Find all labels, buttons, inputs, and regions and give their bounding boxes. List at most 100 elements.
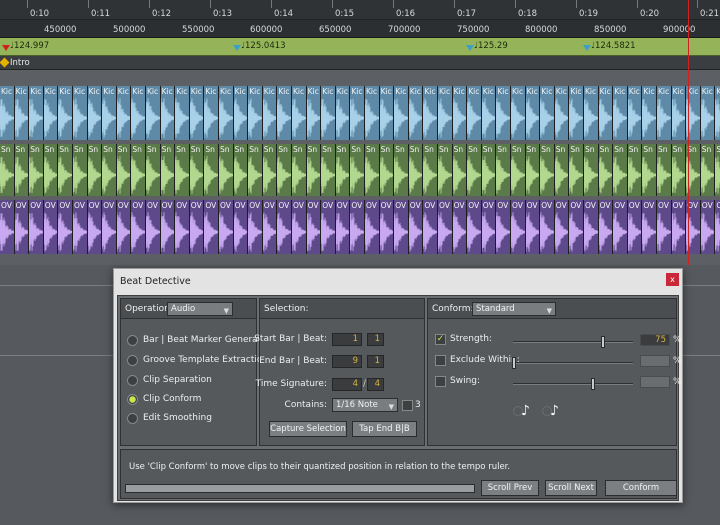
audio-clip[interactable]: OV	[219, 200, 234, 254]
audio-clip[interactable]: OV	[408, 200, 424, 254]
audio-clip[interactable]: OV	[613, 200, 628, 254]
exclude-within-slider-thumb[interactable]	[512, 357, 516, 369]
exclude-within-checkbox[interactable]	[435, 355, 446, 366]
audio-clip[interactable]: Kic	[598, 86, 614, 140]
contains-dropdown[interactable]: 1/16 Note ▼	[332, 398, 398, 412]
audio-clip[interactable]: Kic	[87, 86, 103, 140]
audio-clip[interactable]: Kic	[160, 86, 176, 140]
audio-clip[interactable]: OV	[335, 200, 351, 254]
audio-clip[interactable]: Sn	[321, 144, 336, 196]
audio-clip[interactable]: Sn	[642, 144, 657, 196]
audio-clip[interactable]: OV	[175, 200, 190, 254]
ts-numerator-field[interactable]: 4	[332, 378, 362, 391]
capture-selection-button[interactable]: Capture Selection	[269, 421, 347, 437]
audio-clip[interactable]: OV	[262, 200, 278, 254]
audio-clip[interactable]: Kic	[671, 86, 687, 140]
strength-checkbox[interactable]: ✓	[435, 334, 446, 345]
audio-clip[interactable]: Sn	[511, 144, 526, 196]
audio-clip[interactable]: OV	[657, 200, 672, 254]
audio-clip[interactable]: OV	[700, 200, 716, 254]
audio-clip[interactable]: OV	[452, 200, 468, 254]
audio-clip[interactable]: Kic	[408, 86, 424, 140]
audio-clip[interactable]: Kic	[306, 86, 322, 140]
swing-checkbox[interactable]	[435, 376, 446, 387]
audio-clip[interactable]: OV	[116, 200, 132, 254]
audio-clip[interactable]: Sn	[160, 144, 176, 196]
audio-clip[interactable]: OV	[467, 200, 482, 254]
playhead-cursor[interactable]	[688, 0, 689, 265]
audio-clip[interactable]: Sn	[394, 144, 409, 196]
end-bar-field[interactable]: 9	[332, 355, 362, 368]
audio-track[interactable]: Kic Kic Kic Kic Kic Kic Kic Kic Kic Kic Kic Kic Kic K…	[0, 86, 720, 140]
sixteenth-note-button[interactable]: ♪	[542, 402, 564, 420]
audio-clip[interactable]: Kic	[365, 86, 380, 140]
audio-clip[interactable]: Kic	[73, 86, 88, 140]
audio-track[interactable]: OV OV OV OV OV OV OV OV OV OV OV OV OV OV OV OV OV OV OV OV…	[0, 200, 720, 254]
audio-clip[interactable]: Kic	[540, 86, 555, 140]
audio-clip[interactable]: Kic	[102, 86, 117, 140]
audio-clip[interactable]: Sn	[715, 144, 720, 196]
swing-slider[interactable]	[513, 378, 633, 390]
audio-clip[interactable]: OV	[481, 200, 497, 254]
audio-clip[interactable]: OV	[160, 200, 176, 254]
audio-clip[interactable]: OV	[569, 200, 584, 254]
audio-clip[interactable]: Sn	[116, 144, 132, 196]
tempo-marker-icon[interactable]	[583, 45, 591, 51]
audio-clip[interactable]: Sn	[292, 144, 307, 196]
audio-clip[interactable]: OV	[43, 200, 59, 254]
audio-clip[interactable]: OV	[29, 200, 44, 254]
audio-clip[interactable]: Kic	[335, 86, 351, 140]
audio-clip[interactable]: OV	[496, 200, 511, 254]
audio-clip[interactable]: Sn	[598, 144, 614, 196]
audio-clip[interactable]: Kic	[116, 86, 132, 140]
time-ruler[interactable]: 0:10 0:11 0:12 0:13 0:14 0:15 0:16 0:17 0:18 0:19…	[0, 0, 720, 20]
tempo-marker-icon[interactable]	[466, 45, 474, 51]
triplet-checkbox[interactable]	[402, 400, 413, 411]
audio-clip[interactable]: OV	[511, 200, 526, 254]
audio-clip[interactable]: Sn	[146, 144, 161, 196]
tap-end-button[interactable]: Tap End B|B	[352, 421, 417, 437]
audio-clip[interactable]: Kic	[438, 86, 453, 140]
swing-value-field[interactable]	[640, 376, 670, 388]
audio-clip[interactable]: OV	[365, 200, 380, 254]
audio-clip[interactable]: OV	[131, 200, 146, 254]
audio-clip[interactable]: Sn	[496, 144, 511, 196]
conform-dropdown[interactable]: Standard ▼	[472, 302, 556, 316]
conform-button[interactable]: Conform	[605, 480, 677, 496]
radio-icon[interactable]	[127, 335, 138, 346]
tempo-marker-icon[interactable]	[233, 45, 241, 51]
exclude-within-slider[interactable]	[512, 357, 633, 369]
audio-clip[interactable]: Kic	[584, 86, 599, 140]
audio-clip[interactable]: Sn	[584, 144, 599, 196]
audio-clip[interactable]: OV	[306, 200, 322, 254]
audio-clip[interactable]: Sn	[554, 144, 570, 196]
audio-clip[interactable]: Sn	[335, 144, 351, 196]
ts-denominator-field[interactable]: 4	[367, 378, 384, 391]
audio-clip[interactable]: Sn	[540, 144, 555, 196]
audio-clip[interactable]: Sn	[102, 144, 117, 196]
audio-clip[interactable]: Kic	[292, 86, 307, 140]
audio-clip[interactable]: Sn	[379, 144, 395, 196]
audio-clip[interactable]: Kic	[700, 86, 716, 140]
audio-clip[interactable]: OV	[233, 200, 249, 254]
audio-clip[interactable]: OV	[73, 200, 88, 254]
audio-clip[interactable]: Kic	[58, 86, 73, 140]
audio-clip[interactable]: OV	[423, 200, 438, 254]
samples-ruler[interactable]: 450000 500000 550000 600000 650000 700000 7500…	[0, 20, 720, 38]
audio-clip[interactable]: OV	[321, 200, 336, 254]
audio-clip[interactable]: OV	[248, 200, 263, 254]
audio-clip[interactable]: Sn	[423, 144, 438, 196]
exclude-within-value-field[interactable]	[640, 355, 670, 367]
audio-clip[interactable]: Sn	[671, 144, 687, 196]
start-beat-field[interactable]: 1	[367, 333, 384, 346]
audio-clip[interactable]: OV	[671, 200, 687, 254]
audio-clip[interactable]: Kic	[175, 86, 190, 140]
audio-clip[interactable]: Kic	[277, 86, 292, 140]
scroll-next-button[interactable]: Scroll Next	[545, 480, 597, 496]
audio-track[interactable]: Sn Sn Sn Sn Sn Sn Sn Sn Sn Sn Sn Sn Sn Sn Sn Sn Sn Sn Sn Sn…	[0, 144, 720, 196]
audio-clip[interactable]: Kic	[467, 86, 482, 140]
audio-clip[interactable]: Sn	[73, 144, 88, 196]
radio-icon[interactable]	[127, 375, 138, 386]
audio-clip[interactable]: Sn	[700, 144, 716, 196]
audio-clip[interactable]: Kic	[14, 86, 30, 140]
